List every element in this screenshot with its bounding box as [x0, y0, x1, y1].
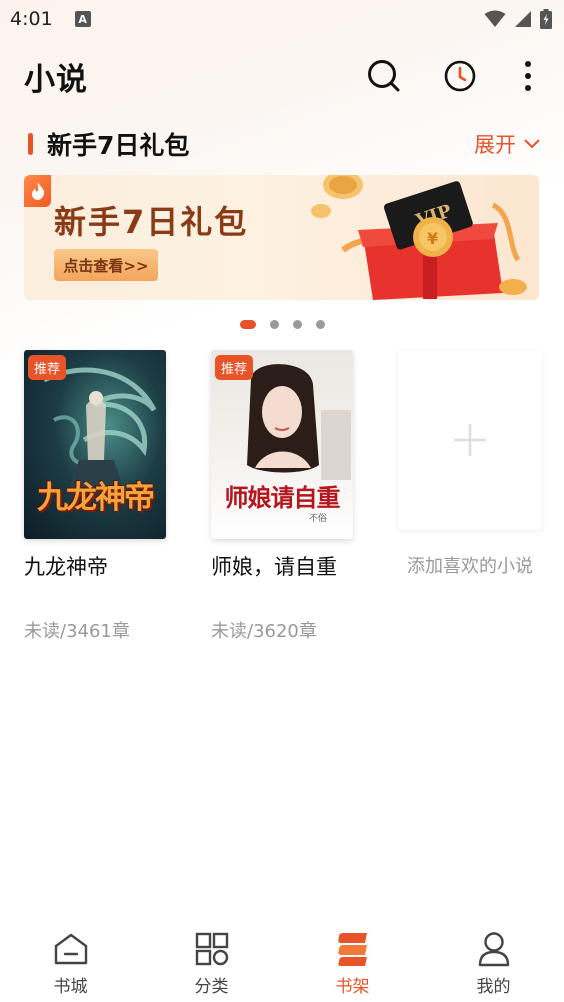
add-book-button[interactable]	[398, 350, 542, 530]
gift-section-header: 新手7日礼包 展开	[0, 124, 564, 164]
carousel-dot	[269, 319, 279, 329]
status-indicators	[484, 9, 552, 29]
nav-label: 分类	[194, 977, 229, 997]
section-title: 新手7日礼包	[47, 131, 190, 160]
carousel-dot	[292, 319, 302, 329]
gift-box-illustration: VIP ¥	[311, 175, 527, 300]
home-icon	[52, 930, 90, 968]
page-title: 小说	[24, 61, 88, 98]
svg-text:¥: ¥	[427, 229, 438, 248]
chevron-down-icon	[524, 139, 540, 149]
profile-icon	[475, 930, 513, 968]
carousel-dot	[315, 319, 325, 329]
more-vertical-icon	[525, 61, 531, 91]
clock-icon	[444, 60, 476, 92]
bookshelf-grid: 推荐 九龙神帝 九龙神帝 未读/3461章 推荐 师娘请自重 不俗 师娘，请自重…	[0, 350, 564, 650]
nav-item-category[interactable]: 分类	[162, 918, 262, 997]
expand-label: 展开	[474, 133, 516, 157]
nav-item-profile[interactable]: 我的	[444, 918, 544, 997]
book-item[interactable]: 推荐 师娘请自重 不俗 师娘，请自重 未读/3620章	[211, 350, 353, 643]
history-button[interactable]	[440, 56, 480, 96]
nav-label: 书城	[53, 977, 88, 997]
status-time: 4:01	[10, 8, 53, 30]
cover-author: 不俗	[308, 514, 327, 524]
recommend-badge: 推荐	[28, 355, 67, 380]
carousel-indicator	[0, 318, 564, 330]
book-progress: 未读/3461章	[24, 621, 130, 642]
search-button[interactable]	[364, 56, 404, 96]
signal-icon	[515, 11, 531, 27]
book-title: 师娘，请自重	[211, 555, 337, 579]
add-book-label: 添加喜欢的小说	[407, 556, 533, 577]
more-button[interactable]	[516, 56, 540, 96]
carousel-dot-active	[239, 319, 256, 329]
bottom-navigation: 书城 分类 书架 我的	[0, 918, 564, 1002]
gift-banner[interactable]: 新手7日礼包 点击查看>> VIP ¥	[24, 175, 539, 300]
book-item[interactable]: 推荐 九龙神帝 九龙神帝 未读/3461章	[24, 350, 166, 643]
banner-title: 新手7日礼包	[54, 203, 249, 241]
flame-icon	[24, 175, 51, 207]
book-cover[interactable]: 推荐 九龙神帝	[24, 350, 166, 539]
nav-item-bookstore[interactable]: 书城	[21, 918, 121, 997]
plus-icon	[454, 424, 486, 456]
banner-cta-button[interactable]: 点击查看>>	[54, 249, 158, 281]
battery-icon	[540, 9, 552, 29]
wifi-icon	[484, 10, 506, 27]
section-accent-bar	[28, 133, 33, 155]
nav-label: 我的	[476, 977, 511, 997]
app-header: 小说	[0, 52, 564, 100]
notification-icon: A	[74, 11, 91, 27]
category-icon	[193, 930, 231, 968]
expand-button[interactable]: 展开	[474, 129, 540, 159]
bookshelf-icon	[334, 930, 372, 968]
cover-title: 师娘请自重	[224, 483, 341, 512]
nav-label: 书架	[335, 977, 370, 997]
header-actions	[364, 56, 540, 96]
book-cover[interactable]: 推荐 师娘请自重 不俗	[211, 350, 353, 539]
book-title: 九龙神帝	[24, 555, 108, 579]
nav-item-bookshelf[interactable]: 书架	[303, 918, 403, 997]
search-icon	[368, 60, 400, 92]
book-progress: 未读/3620章	[211, 621, 317, 642]
recommend-badge: 推荐	[215, 355, 254, 380]
cover-title: 九龙神帝	[37, 480, 155, 516]
status-bar: 4:01 A	[0, 0, 564, 38]
